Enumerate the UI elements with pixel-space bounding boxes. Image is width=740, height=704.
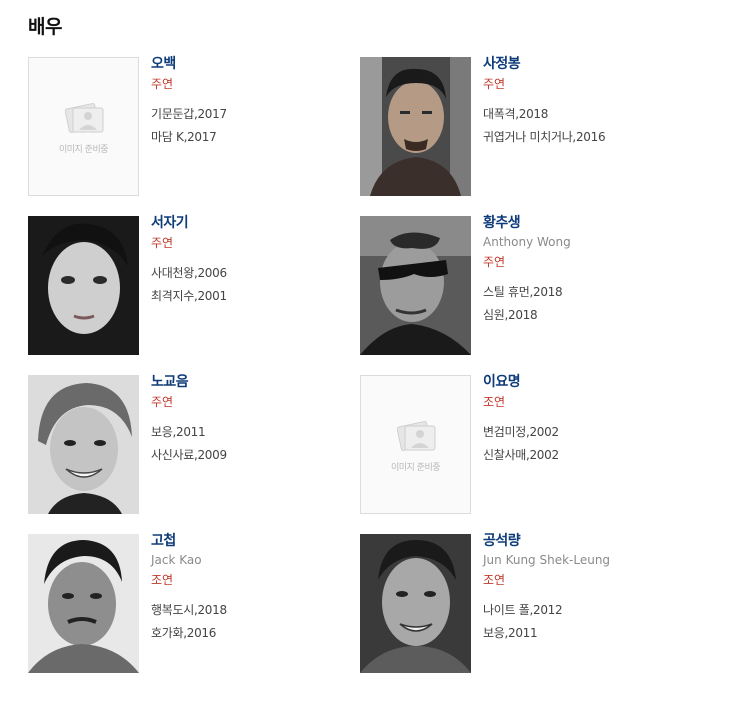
actor-card-2: 서자기 주연 사대천왕,2006 최격지수,2001 [28, 214, 358, 356]
actor-role: 주연 [483, 255, 506, 269]
actor-card-0: 이미지 준비중 오백 주연 기문둔갑,2017 마담 K,2017 [28, 55, 358, 197]
actor-name-link[interactable]: 서자기 [151, 214, 356, 233]
actor-english-name: Jack Kao [151, 553, 202, 567]
actor-photo[interactable] [360, 57, 471, 196]
actor-role: 조연 [483, 395, 506, 409]
actor-role: 조연 [151, 573, 174, 587]
actor-portrait-image [28, 216, 139, 355]
actor-card-6: 고첩 Jack Kao 조연 행복도시,2018 호가화,2016 [28, 532, 358, 674]
filmography-item[interactable]: 최격지수,2001 [151, 285, 356, 308]
filmography-item[interactable]: 보응,2011 [151, 421, 356, 444]
actor-portrait-image [28, 534, 139, 673]
filmography-item[interactable]: 사대천왕,2006 [151, 262, 356, 285]
filmography-item[interactable]: 기문둔갑,2017 [151, 103, 356, 126]
filmography-item[interactable]: 보응,2011 [483, 622, 688, 645]
actor-name-link[interactable]: 노교음 [151, 373, 356, 392]
actor-name-link[interactable]: 사정봉 [483, 55, 688, 74]
actor-english-name: Anthony Wong [483, 235, 571, 249]
actor-portrait-image [360, 534, 471, 673]
actor-role: 주연 [151, 236, 174, 250]
actor-card-4: 노교음 주연 보응,2011 사신사료,2009 [28, 373, 358, 515]
actor-role: 주연 [151, 77, 174, 91]
filmography-item[interactable]: 신찰사매,2002 [483, 444, 688, 467]
actor-name-link[interactable]: 이요명 [483, 373, 688, 392]
actor-photo-placeholder[interactable]: 이미지 준비중 [360, 375, 471, 514]
actor-name-link[interactable]: 황추생 [483, 214, 688, 233]
filmography-item[interactable]: 심원,2018 [483, 304, 688, 327]
filmography-item[interactable]: 나이트 폴,2012 [483, 599, 688, 622]
actor-card-7: 공석량 Jun Kung Shek-Leung 조연 나이트 폴,2012 보응… [360, 532, 690, 674]
actor-photo[interactable] [360, 216, 471, 355]
filmography-item[interactable]: 귀엽거나 미치거나,2016 [483, 126, 688, 149]
filmography-item[interactable]: 행복도시,2018 [151, 599, 356, 622]
filmography-item[interactable]: 마담 K,2017 [151, 126, 356, 149]
filmography-item[interactable]: 변검미정,2002 [483, 421, 688, 444]
actor-english-name: Jun Kung Shek-Leung [483, 553, 611, 567]
actor-photo[interactable] [360, 534, 471, 673]
actor-role: 주연 [151, 395, 174, 409]
filmography-item[interactable]: 대폭격,2018 [483, 103, 688, 126]
actor-card-1: 사정봉 주연 대폭격,2018 귀엽거나 미치거나,2016 [360, 55, 690, 197]
actor-role: 주연 [483, 77, 506, 91]
image-placeholder-icon [65, 103, 104, 133]
section-title: 배우 [28, 16, 62, 38]
actor-card-5: 이미지 준비중 이요명 조연 변검미정,2002 신찰사매,2002 [360, 373, 690, 515]
actor-role: 조연 [483, 573, 506, 587]
filmography-item[interactable]: 사신사료,2009 [151, 444, 356, 467]
actor-photo-placeholder[interactable]: 이미지 준비중 [28, 57, 139, 196]
actor-portrait-image [360, 57, 471, 196]
actor-photo[interactable] [28, 534, 139, 673]
actor-portrait-image [360, 216, 471, 355]
actor-card-3: 황추생 Anthony Wong 주연 스틸 휴먼,2018 심원,2018 [360, 214, 690, 356]
actor-portrait-image [28, 375, 139, 514]
actor-name-link[interactable]: 고첩 [151, 532, 356, 551]
placeholder-text: 이미지 준비중 [58, 145, 109, 155]
image-placeholder-icon [397, 421, 436, 451]
placeholder-text: 이미지 준비중 [390, 463, 441, 473]
filmography-item[interactable]: 스틸 휴먼,2018 [483, 281, 688, 304]
actor-name-link[interactable]: 오백 [151, 55, 356, 74]
actor-photo[interactable] [28, 216, 139, 355]
actor-photo[interactable] [28, 375, 139, 514]
actor-name-link[interactable]: 공석량 [483, 532, 688, 551]
filmography-item[interactable]: 호가화,2016 [151, 622, 356, 645]
